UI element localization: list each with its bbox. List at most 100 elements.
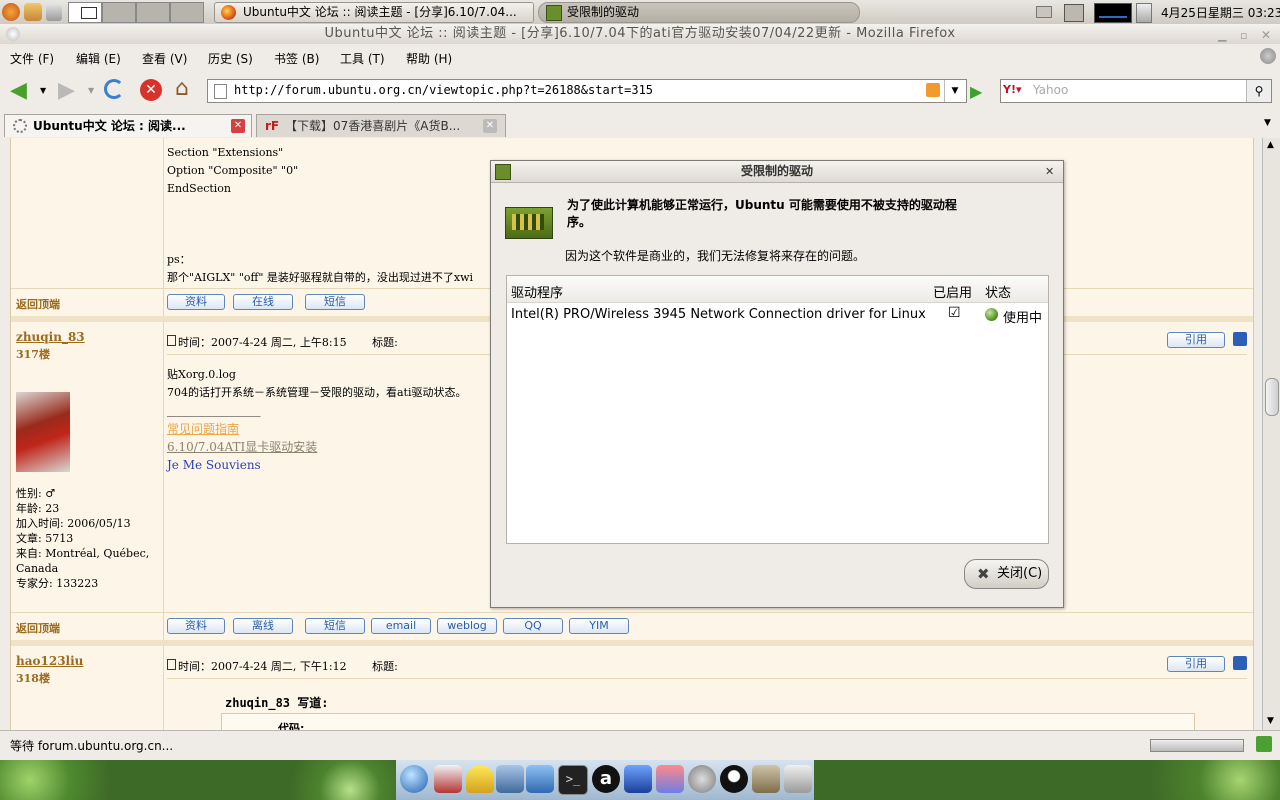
tab-list-icon[interactable]: ▼	[1264, 118, 1271, 128]
stop-icon[interactable]: ✕	[140, 79, 162, 101]
avatar[interactable]	[16, 392, 70, 472]
edit-icon[interactable]	[1233, 656, 1247, 670]
dialog-titlebar[interactable]: 受限制的驱动 ✕	[491, 161, 1063, 183]
file-manager-icon[interactable]	[784, 765, 812, 793]
places-icon[interactable]	[24, 3, 42, 21]
online-button[interactable]: 在线	[233, 294, 293, 310]
column-driver[interactable]: 驱动程序	[511, 282, 563, 301]
blender-icon[interactable]	[624, 765, 652, 793]
terminal-icon[interactable]: >_	[558, 765, 588, 795]
pm-button[interactable]: 短信	[305, 294, 365, 310]
menu-tools[interactable]: 工具 (T)	[340, 50, 385, 67]
quote-author: zhuqin_83 写道:	[225, 696, 329, 710]
scroll-down-icon[interactable]: ▼	[1267, 716, 1274, 726]
workspace-4[interactable]	[170, 2, 204, 23]
post-time: 时间：2007-4-24 周二, 下午1:12	[178, 660, 347, 673]
loading-icon	[13, 119, 27, 133]
url-dropdown-icon[interactable]: ▼	[944, 80, 965, 102]
driver-row[interactable]: Intel(R) PRO/Wireless 3945 Network Conne…	[507, 303, 1048, 327]
network-icon[interactable]	[1064, 4, 1084, 22]
qq-penguin-icon[interactable]	[720, 765, 748, 793]
menu-edit[interactable]: 编辑 (E)	[76, 50, 121, 67]
amarok-icon[interactable]: a	[592, 765, 620, 793]
post-meta: 时间：2007-4-24 周二, 下午1:12 标题:	[167, 658, 398, 674]
post-author-link[interactable]: hao123liu	[16, 654, 83, 668]
window-menu-icon[interactable]	[6, 27, 20, 41]
computer-icon[interactable]	[496, 765, 524, 793]
settings-gear-icon[interactable]	[688, 765, 716, 793]
back-history-icon[interactable]: ▼	[40, 86, 46, 95]
url-bar[interactable]: http://forum.ubuntu.org.cn/viewtopic.php…	[207, 79, 967, 103]
forward-icon[interactable]: ▶	[58, 80, 75, 102]
trash-icon[interactable]	[46, 3, 62, 21]
package-installer-icon[interactable]	[434, 765, 462, 793]
driver-enabled-checkbox[interactable]: ☑	[948, 305, 961, 321]
forward-history-icon[interactable]: ▼	[88, 86, 94, 95]
tab-download[interactable]: rF 【下载】07香港喜剧片《A货B... ✕	[256, 114, 506, 137]
window-titlebar[interactable]: Ubuntu中文 论坛 :: 阅读主题 - [分享]6.10/7.04下的ati…	[0, 24, 1280, 44]
back-to-top-link[interactable]: 返回顶端	[16, 620, 60, 636]
back-icon[interactable]: ◀	[10, 80, 27, 102]
go-icon[interactable]: ▶	[970, 82, 982, 101]
post-author-link[interactable]: zhuqin_83	[16, 330, 85, 344]
offline-button[interactable]: 离线	[233, 618, 293, 634]
menu-history[interactable]: 历史 (S)	[208, 50, 253, 67]
menu-view[interactable]: 查看 (V)	[142, 50, 187, 67]
user-icon[interactable]	[466, 765, 494, 793]
task-firefox[interactable]: Ubuntu中文 论坛 :: 阅读主题 - [分享]6.10/7.04...	[214, 2, 534, 23]
column-status[interactable]: 状态	[985, 282, 1011, 301]
dialog-close-icon[interactable]: ✕	[1045, 161, 1054, 182]
xchat-icon[interactable]	[656, 765, 684, 793]
battery-icon[interactable]	[1136, 3, 1152, 23]
addon-status-icon[interactable]	[1256, 736, 1272, 752]
rss-feed-icon[interactable]	[926, 83, 940, 97]
workspace-3[interactable]	[136, 2, 170, 23]
clock[interactable]: 4月25日星期三 03:23	[1161, 4, 1280, 21]
ps-label: ps：	[167, 253, 191, 266]
edit-icon[interactable]	[1233, 332, 1247, 346]
yahoo-engine-icon[interactable]: Y!▾	[1003, 83, 1022, 96]
signature-link-ati-guide[interactable]: 6.10/7.04ATI显卡驱动安装	[167, 438, 467, 456]
system-monitor-icon[interactable]	[1094, 3, 1132, 23]
maximize-icon[interactable]: ▫	[1240, 26, 1248, 46]
scroll-up-icon[interactable]: ▲	[1267, 140, 1274, 150]
profile-button[interactable]: 资料	[167, 618, 225, 634]
ubuntu-menu-icon[interactable]	[2, 3, 20, 21]
weblog-button[interactable]: weblog	[437, 618, 497, 634]
task-restricted-drivers[interactable]: 受限制的驱动	[538, 2, 860, 23]
quote-button[interactable]: 引用	[1167, 656, 1225, 672]
page-scrollbar[interactable]: ▲ ▼	[1262, 138, 1280, 730]
search-icon[interactable]: ⚲	[1246, 80, 1271, 102]
menu-file[interactable]: 文件 (F)	[10, 50, 54, 67]
pm-button[interactable]: 短信	[305, 618, 365, 634]
tab-close-icon[interactable]: ✕	[483, 119, 497, 133]
yim-button[interactable]: YIM	[569, 618, 629, 634]
gimp-icon[interactable]	[752, 765, 780, 793]
column-enabled[interactable]: 已启用	[933, 282, 972, 301]
home-icon[interactable]: ⌂	[175, 78, 189, 100]
email-button[interactable]: email	[371, 618, 431, 634]
workspace-2[interactable]	[102, 2, 136, 23]
close-button[interactable]: ✖ 关闭(C)	[964, 559, 1049, 589]
keyboard-icon[interactable]	[1036, 6, 1052, 18]
minimize-icon[interactable]: ▁	[1218, 26, 1227, 46]
quote-button[interactable]: 引用	[1167, 332, 1225, 348]
globe-icon[interactable]	[400, 765, 428, 793]
search-box[interactable]: Y!▾ Yahoo ⚲	[1000, 79, 1272, 103]
signature-link-faq[interactable]: 常见问题指南	[167, 420, 467, 438]
scroll-thumb[interactable]	[1265, 378, 1279, 416]
menu-help[interactable]: 帮助 (H)	[406, 50, 452, 67]
home-folder-icon[interactable]	[526, 765, 554, 793]
tab-forum-label: Ubuntu中文 论坛 : 阅读...	[33, 119, 186, 133]
close-icon[interactable]: ✕	[1261, 25, 1272, 45]
dialog-subtext: 因为这个软件是商业的，我们无法修复将来存在的问题。	[565, 249, 866, 263]
menu-bookmarks[interactable]: 书签 (B)	[274, 50, 319, 67]
tab-close-icon[interactable]: ✕	[231, 119, 245, 133]
tab-forum[interactable]: Ubuntu中文 论坛 : 阅读... ✕	[4, 114, 252, 137]
reload-icon[interactable]	[104, 79, 124, 99]
qq-button[interactable]: QQ	[503, 618, 563, 634]
profile-button[interactable]: 资料	[167, 294, 225, 310]
back-to-top-link[interactable]: 返回顶端	[16, 296, 60, 312]
row-divider	[11, 640, 1253, 646]
workspace-1[interactable]	[68, 2, 102, 23]
